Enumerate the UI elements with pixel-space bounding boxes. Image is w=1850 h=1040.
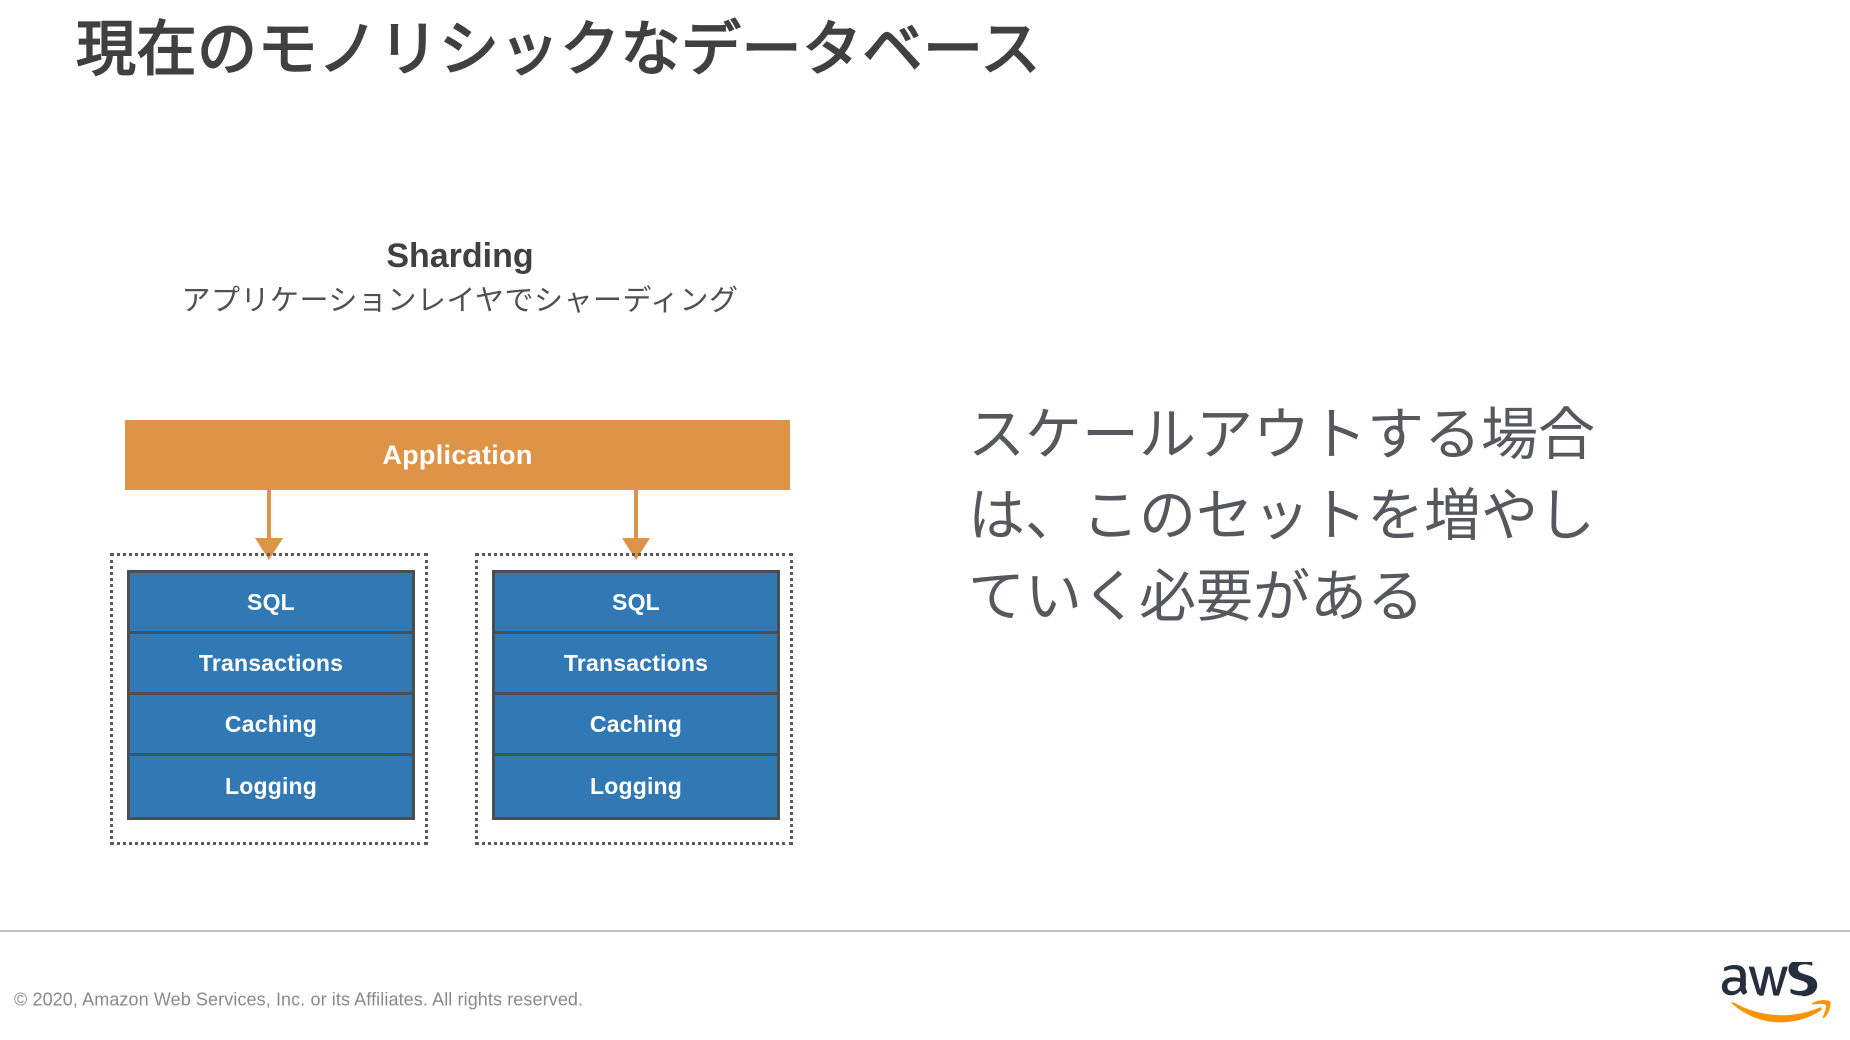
shard-layer-logging: Logging [495,756,777,817]
shard-layer-label: Transactions [198,649,344,676]
diagram-subheading: アプリケーションレイヤでシャーディング [181,285,739,318]
application-box-label: Application [382,439,533,470]
shard-stack-right: SQL Transactions Caching Logging [492,570,780,820]
copyright-text: © 2020, Amazon Web Services, Inc. or its… [14,989,584,1010]
application-box: Application [125,420,790,490]
shard-layer-label: Logging [589,773,683,799]
footer-divider [0,930,1850,932]
shard-layer-label: Caching [589,710,683,737]
shard-layer-label: Caching [224,710,318,737]
aws-smile-arrow [1731,1000,1831,1023]
shard-group-left: SQL Transactions Caching Logging [110,553,428,845]
shard-layer-label: SQL [612,588,660,615]
aws-logo [1721,962,1831,1023]
shard-stack-left: SQL Transactions Caching Logging [127,570,415,820]
shard-layer-label: Logging [224,773,318,799]
shard-layer-sql: SQL [495,573,777,634]
shard-layer-label: SQL [247,588,295,615]
shard-layer-caching: Caching [495,695,777,756]
shard-layer-sql: SQL [130,573,412,634]
page-title: 現在のモノリシックなデータベース [76,16,1041,83]
shard-group-right: SQL Transactions Caching Logging [475,553,793,845]
slide-canvas: 現在のモノリシックなデータベース Sharding アプリケーションレイヤでシャ… [0,0,1850,1040]
diagram-heading-block: Sharding アプリケーションレイヤでシャーディング [110,237,810,321]
shard-layer-label: Transactions [563,649,709,676]
shard-layer-transactions: Transactions [495,634,777,695]
aws-wordmark [1721,962,1818,997]
shard-layer-logging: Logging [130,756,412,817]
side-note-text: スケールアウトする場合は、このセットを増やしていく必要がある [968,403,1595,629]
shard-layer-caching: Caching [130,695,412,756]
diagram-heading: Sharding [386,237,534,275]
shard-layer-transactions: Transactions [130,634,412,695]
